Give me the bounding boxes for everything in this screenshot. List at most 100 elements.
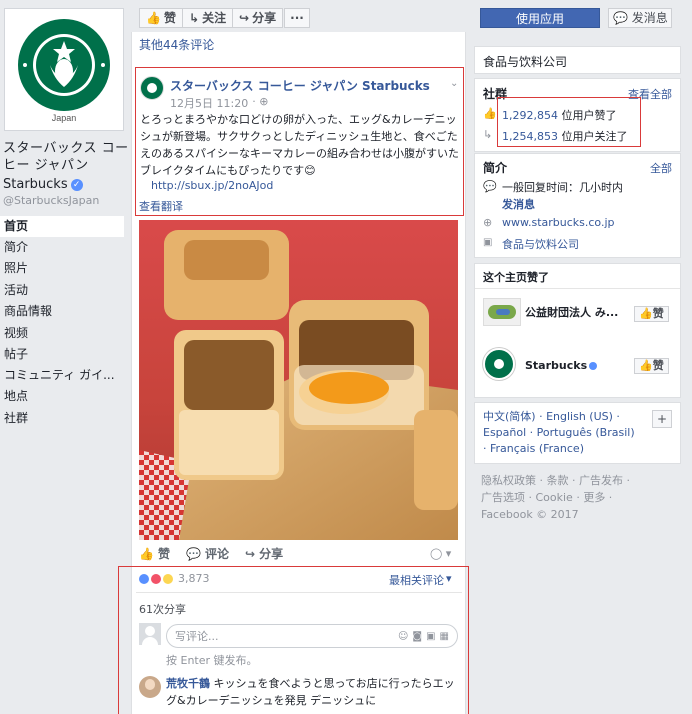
gif-icon[interactable]: ▣ xyxy=(426,631,435,642)
follow-label: 关注 xyxy=(202,11,227,25)
more-button[interactable]: ··· xyxy=(284,8,310,28)
liked-pages-card: 这个主页赞了 公益財団法人 み... 👍赞 Starbucks 👍赞 xyxy=(474,263,681,398)
svg-text:Japan: Japan xyxy=(52,113,77,123)
comment-input[interactable]: 写评论... ☺ ◙ ▣ ▦ xyxy=(166,624,458,648)
footer-links: 隐私权政策 · 条款 · 广告发布 · 广告选项 · Cookie · 更多 ·… xyxy=(481,472,630,523)
starbucks-page-name[interactable]: Starbucks xyxy=(525,359,598,372)
starbucks-avatar[interactable] xyxy=(483,348,515,380)
language-line-2[interactable]: Español · Português (Brasil) xyxy=(483,425,635,441)
divider xyxy=(136,592,462,593)
nav-item-photos[interactable]: 照片 xyxy=(0,258,124,279)
comment-placeholder: 写评论... xyxy=(175,630,219,643)
website-link[interactable]: www.starbucks.co.jp xyxy=(502,216,615,229)
thumbs-up-icon: 👍 xyxy=(639,359,653,372)
tag-icon: ▣ xyxy=(483,237,493,248)
post-body: とろっとまろやかな口どけの卵が入った、エッグ&カレーデニッシュが新登場。サクサク… xyxy=(140,113,459,177)
send-message-button[interactable]: 💬 发消息 xyxy=(608,8,672,28)
emoji-icon[interactable]: ☺ xyxy=(398,631,408,642)
sort-label: 最相关评论 xyxy=(389,574,444,587)
globe-icon: ⊕ xyxy=(483,216,493,229)
follow-button[interactable]: ↳ 关注 xyxy=(182,8,234,28)
reactions-count: 3,873 xyxy=(178,572,210,585)
first-comment: 荒牧千鶴 キッシュを食べようと思ってお店に行ったらエッグ&カレーデニッシュを発見… xyxy=(166,675,458,709)
nav-item-home[interactable]: 首页 xyxy=(0,216,124,237)
language-line-1[interactable]: 中文(简体) · English (US) · xyxy=(483,409,635,425)
author-avatar[interactable] xyxy=(140,76,164,100)
use-app-button[interactable]: 使用应用 xyxy=(480,8,600,28)
caret-down-icon: ▾ xyxy=(446,572,452,585)
add-language-button[interactable]: + xyxy=(652,410,672,428)
user-avatar xyxy=(139,623,161,645)
post-photo[interactable] xyxy=(139,220,458,540)
share-page-label: 分享 xyxy=(252,11,277,25)
post-link[interactable]: http://sbux.jp/2noAJod xyxy=(151,179,273,192)
share-page-button[interactable]: ↪ 分享 xyxy=(232,8,284,28)
enter-hint: 按 Enter 键发布。 xyxy=(166,654,258,667)
like-btn-label-2: 赞 xyxy=(652,359,664,372)
like-post-button[interactable]: 👍 赞 xyxy=(139,545,170,562)
globe-icon: · ⊕ xyxy=(252,95,269,108)
share-post-button[interactable]: ↪ 分享 xyxy=(245,545,283,562)
comment-text: キッシュを食べようと思ってお店に行ったらエッグ&カレーデニッシュを発見 デニッシ… xyxy=(166,677,455,707)
comment-sort-dropdown[interactable]: 最相关评论 ▾ xyxy=(389,572,452,588)
camera-icon[interactable]: ◙ xyxy=(412,631,422,642)
page-handle[interactable]: @StarbucksJapan xyxy=(3,194,99,207)
starbucks-label: Starbucks xyxy=(525,359,588,372)
about-category[interactable]: 食品与饮料公司 xyxy=(502,236,579,252)
nav-item-videos[interactable]: 视频 xyxy=(0,323,124,344)
sticker-icon[interactable]: ▦ xyxy=(440,631,449,642)
love-reaction-icon xyxy=(151,573,161,584)
comment-button[interactable]: 💬 评论 xyxy=(186,545,229,562)
nav-item-about[interactable]: 简介 xyxy=(0,237,124,258)
about-see-all[interactable]: 全部 xyxy=(650,160,672,176)
highlight-community-stats xyxy=(497,97,641,147)
starbucks-like-button[interactable]: 👍赞 xyxy=(634,358,669,374)
liked-pages-title: 这个主页赞了 xyxy=(483,271,549,284)
post-options-icon[interactable]: ⌄ xyxy=(450,78,458,89)
nav-item-posts[interactable]: 帖子 xyxy=(0,344,124,365)
more-comments-link[interactable]: 其他44条评论 xyxy=(139,36,214,53)
page-name[interactable]: スターバックス コーヒー ジャパン xyxy=(3,140,129,174)
see-translation-link[interactable]: 查看翻译 xyxy=(139,198,183,214)
brand-name[interactable]: Starbucks ✓ xyxy=(3,177,83,192)
footer-line-1[interactable]: 隐私权政策 · 条款 · 广告发布 · xyxy=(481,472,630,489)
send-message-label: 发消息 xyxy=(631,11,668,25)
languages-card: 中文(简体) · English (US) · Español · Portug… xyxy=(474,402,681,464)
smile-emoji-icon: 😊 xyxy=(304,164,316,177)
like-reaction-icon xyxy=(139,573,149,584)
post-date[interactable]: 12月5日 11:20 xyxy=(170,95,248,111)
commenter-avatar[interactable] xyxy=(139,676,161,698)
share-icon: ↪ xyxy=(239,11,250,25)
liked-page-like-button[interactable]: 👍赞 xyxy=(634,306,669,322)
like-btn-label: 赞 xyxy=(652,307,664,320)
reactions-summary[interactable]: 3,873 xyxy=(139,572,210,585)
brand-label: Starbucks xyxy=(3,177,68,192)
rss-icon: ↳ xyxy=(189,11,200,25)
liked-page-avatar[interactable] xyxy=(483,298,521,326)
like-page-button[interactable]: 👍 赞 xyxy=(139,8,183,28)
audience-selector-icon[interactable]: ◯ ▾ xyxy=(430,547,451,560)
nav-item-community-guide[interactable]: コミュニティ ガイ... xyxy=(0,365,124,386)
about-card: 简介 全部 💬 一般回复时间：几小时内 发消息 ⊕ www.starbucks.… xyxy=(474,153,681,258)
shares-count[interactable]: 61次分享 xyxy=(139,601,186,617)
language-line-3[interactable]: · Français (France) xyxy=(483,441,635,457)
footer-line-2[interactable]: 广告选项 · Cookie · 更多 · xyxy=(481,489,630,506)
liked-page-name[interactable]: 公益財団法人 み... xyxy=(525,304,618,320)
nav-item-products[interactable]: 商品情報 xyxy=(0,301,124,322)
post-author[interactable]: スターバックス コーヒー ジャパン Starbucks xyxy=(170,77,430,94)
profile-picture[interactable]: Japan xyxy=(4,8,124,131)
starbucks-logo-icon: Japan xyxy=(5,9,123,130)
share-icon: ↪ xyxy=(245,546,256,561)
thumbs-up-icon: 👍 xyxy=(483,107,497,120)
nav-item-events[interactable]: 活动 xyxy=(0,280,124,301)
comment-author[interactable]: 荒牧千鶴 xyxy=(166,677,210,690)
nav-item-locations[interactable]: 地点 xyxy=(0,386,124,407)
about-title: 简介 xyxy=(483,161,508,175)
nav-item-community[interactable]: 社群 xyxy=(0,408,124,429)
about-send-message[interactable]: 发消息 xyxy=(502,196,535,212)
category-label[interactable]: 食品与饮料公司 xyxy=(483,53,567,70)
footer-line-3: Facebook © 2017 xyxy=(481,508,579,521)
like-post-label: 赞 xyxy=(157,547,170,561)
left-column: Japan スターバックス コーヒー ジャパン Starbucks ✓ @Sta… xyxy=(0,0,131,714)
message-icon: 💬 xyxy=(483,180,497,193)
